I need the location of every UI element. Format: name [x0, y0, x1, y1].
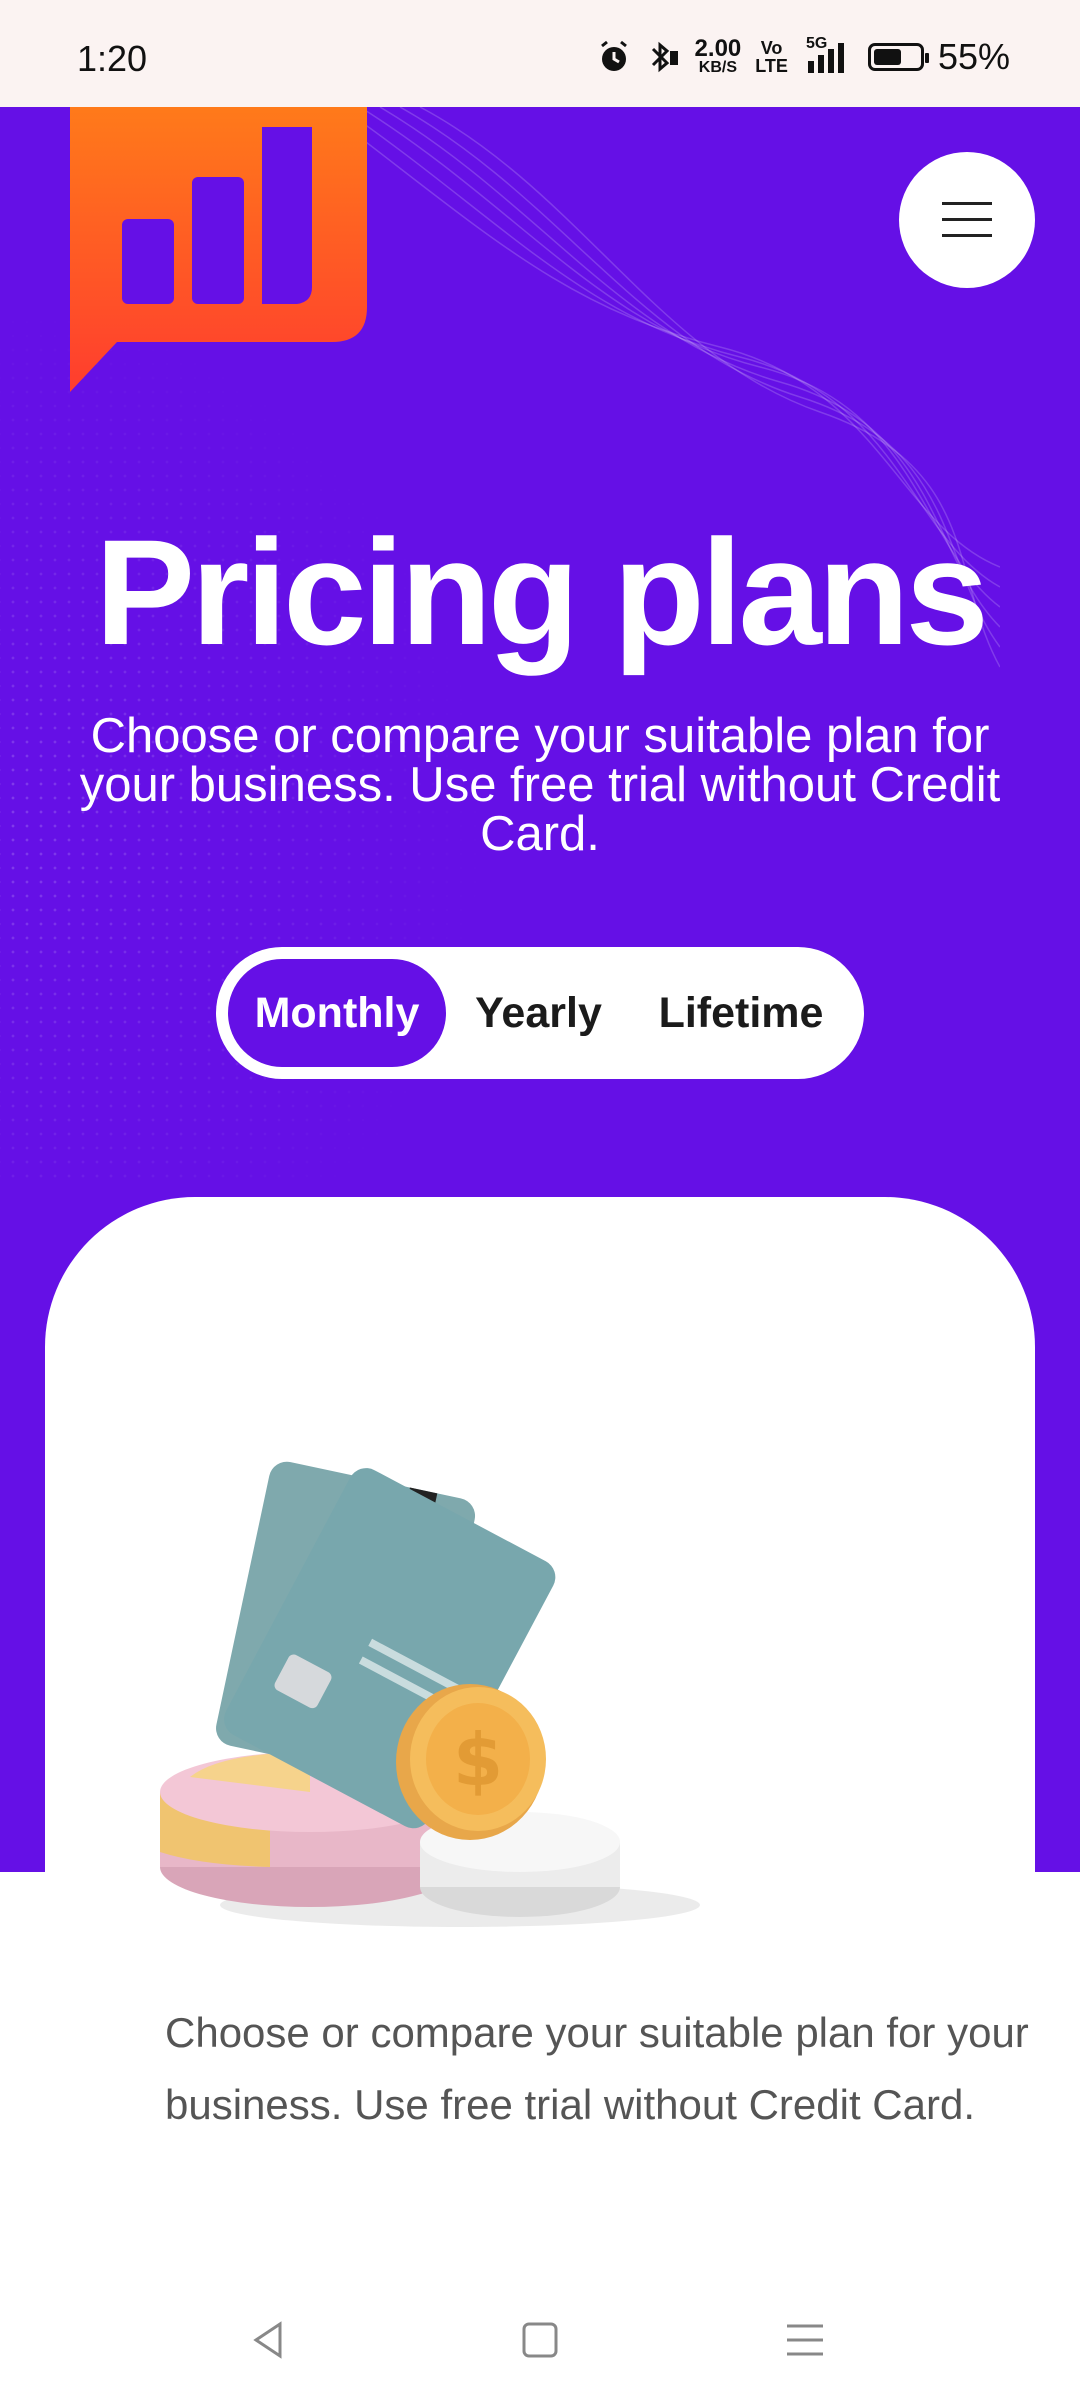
status-bar: 1:20 2.00 KB/S Vo LTE 5G 55%: [0, 0, 1080, 107]
recents-button[interactable]: [745, 2300, 865, 2380]
home-icon: [522, 2322, 558, 2358]
net-speed: 2.00 KB/S: [694, 35, 742, 76]
svg-text:$: $: [453, 1718, 503, 1802]
status-time: 1:20: [77, 38, 148, 79]
bar-chart-chat-logo[interactable]: [62, 107, 367, 392]
alarm-icon: [597, 40, 631, 74]
signal-icon: 5G: [802, 35, 854, 75]
hamburger-menu-icon: [942, 202, 992, 237]
credit-cards-and-coin-illustration: $: [160, 1461, 700, 1927]
billing-period-toggle: Monthly Yearly Lifetime: [216, 947, 864, 1079]
page-title: Pricing plans: [95, 508, 989, 676]
back-button[interactable]: [210, 2300, 330, 2380]
recents-icon: [787, 2324, 823, 2356]
volte-indicator: Vo LTE: [755, 38, 788, 76]
plan-card: $ Choose or compare your suitable plan f…: [45, 1197, 1035, 2400]
back-icon: [253, 2321, 282, 2359]
toggle-option-lifetime[interactable]: Lifetime: [636, 959, 846, 1067]
bluetooth-icon: [645, 39, 681, 75]
battery-percent: 55%: [937, 36, 1010, 77]
toggle-option-monthly[interactable]: Monthly: [228, 959, 446, 1067]
menu-button[interactable]: [899, 152, 1035, 288]
battery-icon: [867, 43, 929, 71]
card-description: Choose or compare your suitable plan for…: [165, 2009, 1029, 2128]
home-button[interactable]: [480, 2300, 600, 2380]
status-icons: 2.00 KB/S Vo LTE 5G 55%: [597, 35, 1010, 78]
system-nav-bar: [0, 2300, 1080, 2400]
hero-subtitle: Choose or compare your suitable plan for…: [79, 709, 1001, 861]
toggle-option-yearly[interactable]: Yearly: [451, 959, 626, 1067]
